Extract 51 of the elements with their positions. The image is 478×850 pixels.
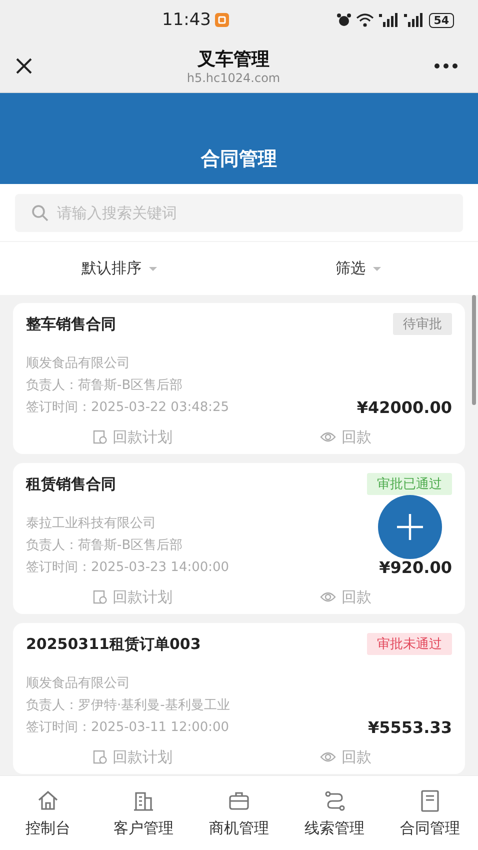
signal-icon <box>404 13 424 27</box>
tab[interactable]: 客户管理 <box>96 776 192 850</box>
search-field[interactable]: 请输入搜索关键词 <box>15 194 463 232</box>
route-icon <box>322 788 347 812</box>
owner-text: 负责人：荷鲁斯-B区售后部 <box>26 377 183 395</box>
document-icon <box>92 590 106 604</box>
wifi-icon <box>356 13 374 27</box>
eye-icon <box>320 751 336 763</box>
status-tag: 审批未通过 <box>367 633 452 655</box>
more-icon <box>434 63 458 69</box>
filter-dropdown[interactable]: 筛选 <box>239 242 478 295</box>
caret-icon <box>372 266 382 272</box>
contract-title: 整车销售合同 <box>26 314 116 334</box>
contract-amount: ¥5553.33 <box>368 720 452 736</box>
status-time: 11:43 <box>162 10 211 30</box>
tab[interactable]: 合同管理 <box>382 776 478 850</box>
status-tag: 审批已通过 <box>367 473 452 495</box>
sign-time: 签订时间：2025-03-22 03:48:25 <box>26 399 230 417</box>
filter-dropdown[interactable]: 默认排序 <box>0 242 239 295</box>
app-notification-icon <box>215 13 229 27</box>
customer-name: 泰拉工业科技有限公司 <box>26 515 156 533</box>
plus-icon <box>396 513 424 541</box>
contract-title: 20250311租赁订单003 <box>26 634 201 654</box>
status-tag: 待审批 <box>393 313 452 335</box>
battery-level: 54 <box>428 12 454 28</box>
contract-amount: ¥42000.00 <box>356 400 452 416</box>
contract-amount: ¥920.00 <box>379 560 452 576</box>
eye-icon <box>320 431 336 443</box>
customer-name: 顺发食品有限公司 <box>26 675 130 693</box>
owner-text: 负责人：荷鲁斯-B区售后部 <box>26 537 183 555</box>
contract-title: 租赁销售合同 <box>26 474 116 494</box>
home-icon <box>36 788 60 812</box>
customer-name: 顺发食品有限公司 <box>26 355 130 373</box>
sign-time: 签订时间：2025-03-11 12:00:00 <box>26 719 230 737</box>
sign-time: 签订时间：2025-03-23 14:00:00 <box>26 559 230 577</box>
eye-icon <box>320 591 336 603</box>
document-icon <box>92 750 106 764</box>
close-icon <box>15 57 33 75</box>
signal-icon <box>378 13 399 27</box>
contract-card[interactable]: 租赁销售合同 审批已通过 泰拉工业科技有限公司 负责人：荷鲁斯-B区售后部 签订时间：2025-03-23 14:00:00 ¥920.00 回款计划 回款 <box>13 463 465 614</box>
page-url: h5.hc1024.com <box>186 71 280 85</box>
alarm-icon <box>336 13 351 27</box>
document-icon <box>92 430 106 444</box>
tab[interactable]: 线索管理 <box>286 776 382 850</box>
caret-icon <box>148 266 158 272</box>
screen-title: 合同管理 <box>201 147 277 172</box>
search-icon <box>31 204 49 222</box>
owner-text: 负责人：罗伊特·基利曼-基利曼工业 <box>26 697 230 715</box>
tab[interactable]: 控制台 <box>0 776 96 850</box>
page-title: 叉车管理 <box>198 48 270 71</box>
tab[interactable]: 商机管理 <box>191 776 287 850</box>
